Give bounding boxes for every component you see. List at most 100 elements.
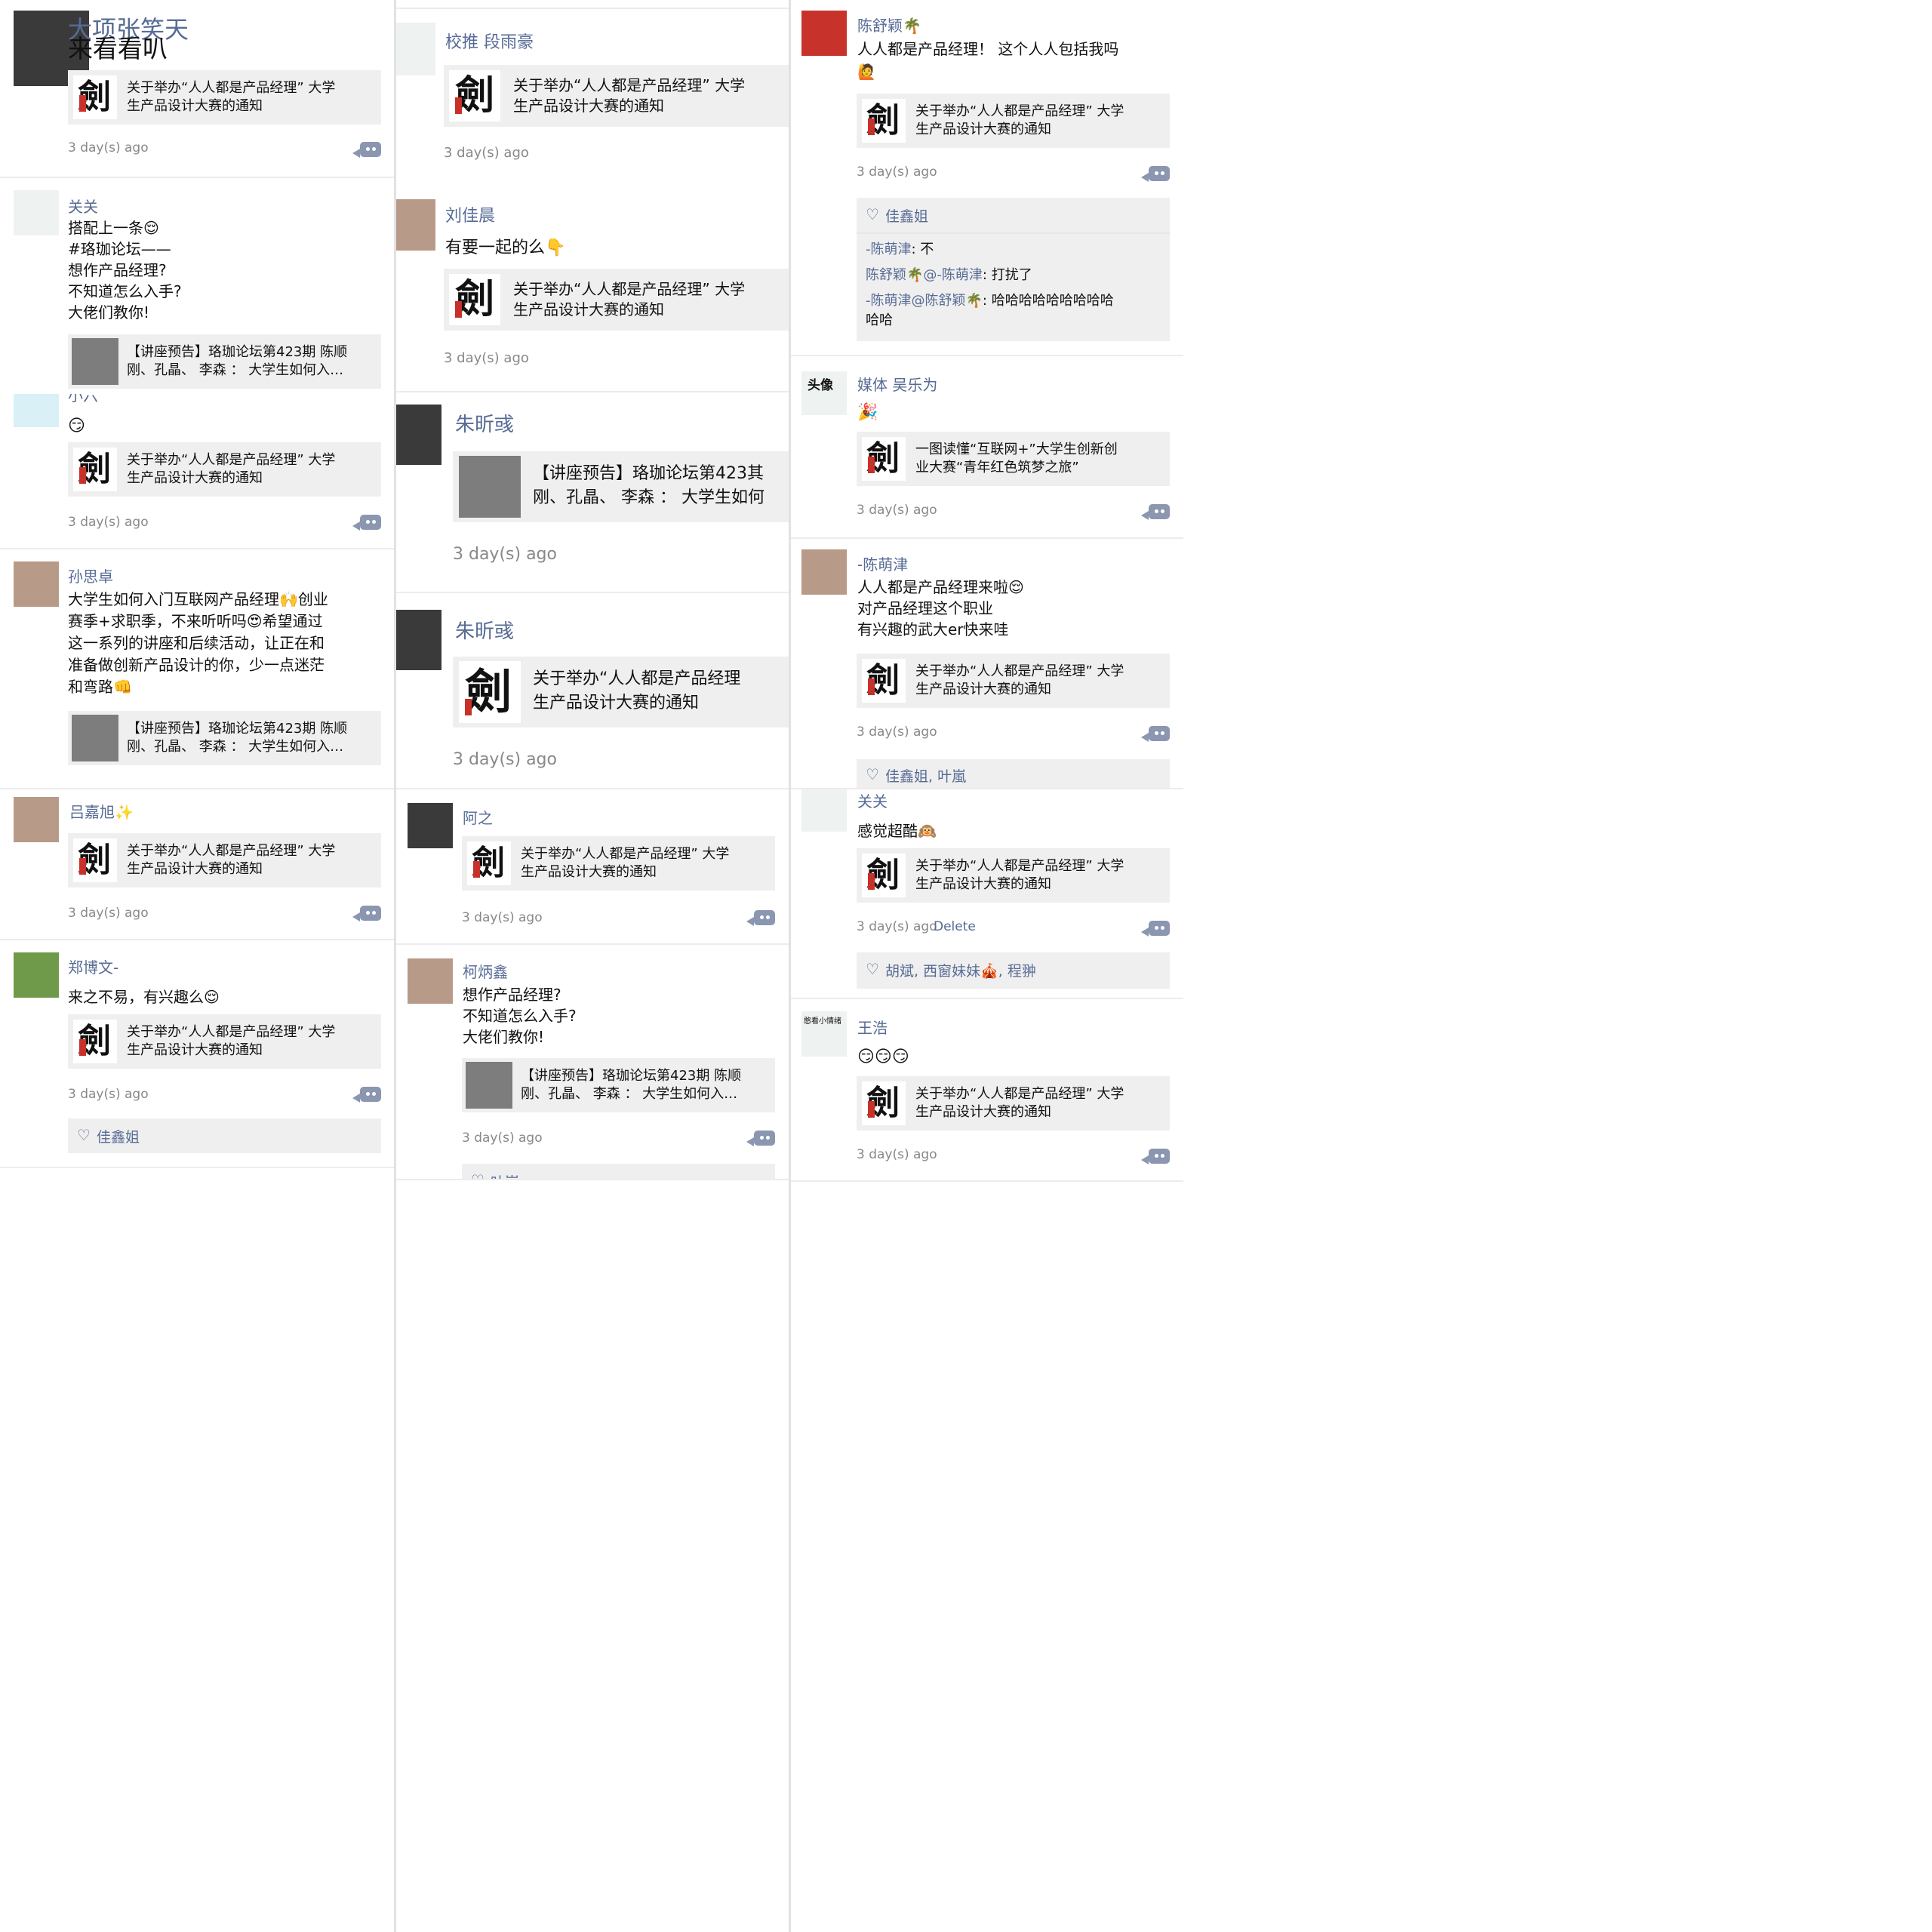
comment-line[interactable]: -陈萌津@陈舒颖🌴: 哈哈哈哈哈哈哈哈哈 哈哈 bbox=[866, 291, 1158, 331]
seal-icon bbox=[79, 95, 86, 112]
poster-name[interactable]: 郑博文- bbox=[68, 955, 118, 977]
avatar[interactable] bbox=[801, 11, 847, 56]
shared-link-card[interactable]: 劍 关于举办“人人都是产品经理” 大学 生产品设计大赛的通知 bbox=[857, 94, 1170, 148]
liker-names[interactable]: 胡斌, 西窗妹妹🎪, 程翀 bbox=[885, 960, 1036, 980]
comment-icon[interactable] bbox=[746, 910, 775, 926]
shared-link-card[interactable]: 劍 关于举办“人人都是产品经理” 大学 生产品设计大赛的通知 bbox=[444, 65, 789, 127]
comment-icon[interactable] bbox=[352, 906, 381, 921]
avatar[interactable]: 头像 bbox=[801, 371, 847, 415]
likes-bar: ♡ 胡斌, 西窗妹妹🎪, 程翀 bbox=[857, 952, 1170, 989]
poster-name[interactable]: -陈萌津 bbox=[857, 552, 908, 574]
avatar[interactable] bbox=[396, 405, 441, 465]
comment-icon[interactable] bbox=[1141, 921, 1170, 937]
comment-icon[interactable] bbox=[746, 1131, 775, 1146]
heart-icon: ♡ bbox=[866, 960, 879, 978]
shared-link-card[interactable]: 劍 一图读懂“互联网+”大学生创新创 业大赛“青年红色筑梦之旅” bbox=[857, 432, 1170, 486]
liker-names[interactable]: 佳鑫姐 bbox=[97, 1126, 140, 1146]
link-title: 关于举办“人人都是产品经理” 大学 生产品设计大赛的通知 bbox=[915, 858, 1124, 892]
comment-icon[interactable] bbox=[352, 142, 381, 158]
seal-icon bbox=[465, 699, 472, 715]
shared-link-card[interactable]: 劍 关于举办“人人都是产品经理” 大学 生产品设计大赛的通知 bbox=[857, 654, 1170, 708]
seal-icon bbox=[79, 858, 86, 875]
avatar[interactable] bbox=[14, 394, 59, 427]
poster-name[interactable]: 关关 bbox=[68, 195, 98, 217]
shared-link-card[interactable]: 【讲座预告】珞珈论坛第423其 刚、孔晶、 李森 ： 大学生如何 bbox=[453, 451, 789, 522]
shared-link-card[interactable]: 劍 关于举办“人人都是产品经理” 大学 生产品设计大赛的通知 bbox=[857, 1076, 1170, 1131]
poster-name[interactable]: 王浩 bbox=[857, 1016, 888, 1038]
avatar[interactable] bbox=[396, 199, 435, 251]
avatar[interactable] bbox=[801, 789, 847, 832]
liker-names[interactable]: 佳鑫姐 bbox=[885, 205, 928, 226]
moment-post: 刘佳晨 有要一起的么👇 劍 关于举办“人人都是产品经理” 大学 生产品设计大赛的… bbox=[396, 184, 789, 392]
shared-link-card[interactable]: 【讲座预告】珞珈论坛第423期 陈顺 刚、孔晶、 李森 ： 大学生如何入… bbox=[68, 334, 381, 389]
moment-post: 关关 搭配上一条😌 #珞珈论坛—— 想作产品经理? 不知道怎么入手? 大佬们教你… bbox=[0, 178, 394, 395]
shared-link-card[interactable]: 劍 关于举办“人人都是产品经理” 大学 生产品设计大赛的通知 bbox=[68, 70, 381, 125]
link-thumbnail: 劍 bbox=[862, 854, 906, 897]
link-title: 一图读懂“互联网+”大学生创新创 业大赛“青年红色筑梦之旅” bbox=[915, 441, 1118, 475]
comment-icon[interactable] bbox=[352, 515, 381, 531]
comment-icon[interactable] bbox=[1141, 726, 1170, 742]
avatar[interactable] bbox=[14, 561, 59, 607]
avatar[interactable] bbox=[408, 958, 453, 1004]
poster-name[interactable]: 关关 bbox=[857, 789, 888, 811]
comment-line[interactable]: -陈萌津: 不 bbox=[866, 240, 1158, 260]
shared-link-card[interactable]: 劍 关于举办“人人都是产品经理” 大学 生产品设计大赛的通知 bbox=[444, 269, 789, 331]
poster-name[interactable]: 吕嘉旭✨ bbox=[69, 800, 134, 822]
moment-post: 吕嘉旭✨ 劍 关于举办“人人都是产品经理” 大学 生产品设计大赛的通知 3 da… bbox=[0, 789, 394, 940]
liker-names[interactable]: 叶嵐 bbox=[491, 1171, 519, 1179]
heart-icon: ♡ bbox=[866, 765, 879, 783]
avatar[interactable] bbox=[396, 23, 435, 75]
avatar[interactable]: 憨看小情绪 bbox=[801, 1011, 847, 1057]
post-time: 3 day(s) ago bbox=[857, 165, 937, 180]
post-text: 🎉 bbox=[857, 403, 878, 422]
post-text: 😏😏😏 bbox=[857, 1048, 909, 1066]
poster-name[interactable]: 媒体 吴乐为 bbox=[857, 373, 937, 395]
likes-divider bbox=[857, 232, 1170, 234]
post-text: 人人都是产品经理来啦😌 对产品经理这个职业 有兴趣的武大er快来哇 bbox=[857, 578, 1024, 638]
shared-link-card[interactable]: 劍 关于举办“人人都是产品经理” 大学 生产品设计大赛的通知 bbox=[68, 442, 381, 497]
poster-name[interactable]: 柯炳鑫 bbox=[463, 960, 508, 982]
post-time: 3 day(s) ago bbox=[453, 545, 557, 564]
seal-icon bbox=[868, 678, 875, 695]
poster-name[interactable]: 阿之 bbox=[463, 806, 493, 828]
poster-name[interactable]: 孙思卓 bbox=[68, 565, 113, 586]
link-title: 关于举办“人人都是产品经理” 大学 生产品设计大赛的通知 bbox=[513, 280, 746, 318]
shared-link-card[interactable]: 【讲座预告】珞珈论坛第423期 陈顺 刚、孔晶、 李森 ： 大学生如何入… bbox=[68, 711, 381, 765]
shared-link-card[interactable]: 劍 关于举办“人人都是产品经理” 大学 生产品设计大赛的通知 bbox=[68, 1014, 381, 1069]
shared-link-card[interactable]: 劍 关于举办“人人都是产品经理 生产品设计大赛的通知 bbox=[453, 657, 789, 728]
avatar[interactable] bbox=[801, 549, 847, 595]
comment-icon[interactable] bbox=[1141, 166, 1170, 182]
feed-column-1: 大项张笑天 来看看叭 劍 关于举办“人人都是产品经理” 大学 生产品设计大赛的通… bbox=[0, 0, 394, 1932]
poster-name[interactable]: 朱昕彧 bbox=[455, 409, 514, 437]
comment-icon[interactable] bbox=[352, 1087, 381, 1103]
avatar[interactable] bbox=[408, 803, 453, 848]
poster-name[interactable]: 刘佳晨 bbox=[445, 202, 495, 226]
likes-bar: ♡ 叶嵐 bbox=[462, 1164, 775, 1179]
shared-link-card[interactable]: 劍 关于举办“人人都是产品经理” 大学 生产品设计大赛的通知 bbox=[68, 833, 381, 888]
shared-link-card[interactable]: 【讲座预告】珞珈论坛第423期 陈顺 刚、孔晶、 李森 ： 大学生如何入… bbox=[462, 1058, 775, 1112]
comment-icon[interactable] bbox=[1141, 1149, 1170, 1164]
avatar[interactable] bbox=[14, 797, 59, 842]
poster-name[interactable]: 校推 段雨豪 bbox=[445, 29, 534, 53]
poster-name[interactable]: 小六 bbox=[68, 394, 98, 405]
feed-column-3: 陈舒颖🌴 人人都是产品经理！ 这个人人包括我吗 🙋 劍 关于举办“人人都是产品经… bbox=[791, 0, 1183, 1932]
delete-link[interactable]: Delete bbox=[934, 919, 976, 934]
poster-name[interactable]: 陈舒颖🌴 bbox=[857, 14, 921, 35]
seal-icon bbox=[473, 861, 480, 878]
link-title: 关于举办“人人都是产品经理” 大学 生产品设计大赛的通知 bbox=[521, 846, 730, 880]
avatar[interactable] bbox=[14, 190, 59, 235]
comment-line[interactable]: 陈舒颖🌴@-陈萌津: 打扰了 bbox=[866, 266, 1158, 285]
link-thumbnail: 劍 bbox=[449, 274, 500, 325]
post-time: 3 day(s) ago bbox=[462, 1131, 543, 1146]
comment-icon[interactable] bbox=[1141, 504, 1170, 520]
liker-names[interactable]: 佳鑫姐, 叶嵐 bbox=[885, 765, 966, 786]
link-title: 【讲座预告】珞珈论坛第423其 刚、孔晶、 李森 ： 大学生如何 bbox=[533, 464, 764, 507]
shared-link-card[interactable]: 劍 关于举办“人人都是产品经理” 大学 生产品设计大赛的通知 bbox=[462, 836, 775, 891]
post-text: 感觉超酷🙉 bbox=[857, 822, 937, 840]
shared-link-card[interactable]: 劍 关于举办“人人都是产品经理” 大学 生产品设计大赛的通知 bbox=[857, 848, 1170, 903]
seal-icon bbox=[868, 1101, 875, 1118]
avatar[interactable] bbox=[396, 610, 441, 670]
post-time: 3 day(s) ago bbox=[857, 724, 937, 740]
poster-name[interactable]: 朱昕彧 bbox=[455, 616, 514, 644]
avatar[interactable] bbox=[14, 952, 59, 998]
